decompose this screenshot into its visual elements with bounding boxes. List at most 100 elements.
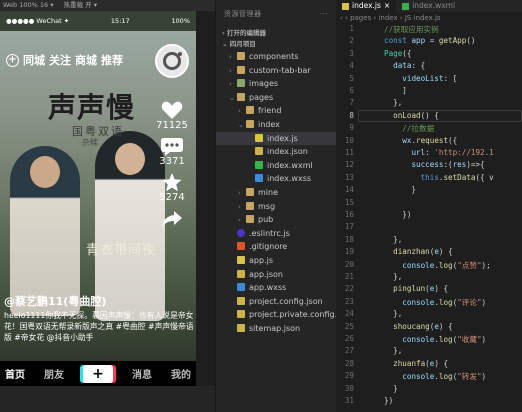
tree-item[interactable]: index.js xyxy=(216,131,336,146)
code-line[interactable]: wx.request({ xyxy=(384,136,457,145)
project-section[interactable]: ⌄ 四月项目 xyxy=(216,39,336,50)
folder-icon xyxy=(246,215,254,224)
device-zoom-select[interactable]: Web 100% 16 ▾ xyxy=(3,1,54,9)
git-file-icon xyxy=(237,242,245,251)
tab-index-js[interactable]: index.js × xyxy=(336,0,397,12)
share-icon xyxy=(162,211,182,227)
line-number: 15 xyxy=(344,197,354,207)
publish-button[interactable]: + xyxy=(83,364,113,383)
tree-item[interactable]: sitemap.json xyxy=(216,322,336,336)
bottom-tab-bar: 首页 朋友 + 消息 我的 xyxy=(0,361,196,386)
code-line[interactable]: }, xyxy=(384,309,402,318)
tree-item[interactable]: › custom-tab-bar xyxy=(216,64,336,78)
tree-item[interactable]: app.wxss xyxy=(216,281,336,295)
tree-item[interactable]: › msg xyxy=(216,200,336,214)
carrier-signal: ●●●●● WeChat ✦ xyxy=(6,17,70,25)
code-line[interactable]: const app = getApp() xyxy=(384,36,475,45)
poster-subtitle-2: 杂糅 xyxy=(82,138,98,147)
nav-tab-following[interactable]: 关注 xyxy=(49,52,71,68)
tree-item[interactable]: .gitignore xyxy=(216,240,336,254)
favorite-action[interactable]: 5274 xyxy=(159,173,185,203)
code-line[interactable]: pinglun(e) { xyxy=(384,284,448,293)
folder-icon xyxy=(246,106,254,115)
code-line[interactable]: } xyxy=(384,185,416,194)
tree-item[interactable]: ⌄ index xyxy=(216,118,336,132)
tree-item[interactable]: › friend xyxy=(216,104,336,118)
tree-item[interactable]: › pub xyxy=(216,213,336,227)
code-line[interactable]: videoList: [ xyxy=(384,74,457,83)
chevron-right-icon: › xyxy=(238,202,241,211)
nav-tab-recommend[interactable]: 推荐 xyxy=(101,52,123,68)
tree-item[interactable]: index.json xyxy=(216,145,336,159)
tree-item-label: sitemap.json xyxy=(249,323,301,333)
chevron-right-icon: › xyxy=(238,188,241,197)
code-line[interactable]: success:(res)=>{ xyxy=(384,160,484,169)
code-line[interactable]: }, xyxy=(384,235,402,244)
code-line[interactable]: }, xyxy=(384,98,402,107)
code-line[interactable]: onLoad() { xyxy=(384,111,439,120)
line-number: 24 xyxy=(344,309,354,319)
code-editor: index.js × index.wxml ‹ › pages › index ›… xyxy=(336,0,522,412)
tree-item-label: pages xyxy=(249,92,274,102)
comment-action[interactable]: 3371 xyxy=(159,137,185,167)
tree-item[interactable]: project.private.config.js... xyxy=(216,308,336,322)
tab-index-wxml[interactable]: index.wxml xyxy=(396,0,461,12)
tab-friends[interactable]: 朋友 xyxy=(44,366,64,381)
open-editors-section[interactable]: › 打开的编辑器 xyxy=(216,28,336,39)
nav-tab-mall[interactable]: 商城 xyxy=(75,52,97,68)
tree-item-label: .eslintrc.js xyxy=(249,228,290,238)
tree-item[interactable]: .eslintrc.js xyxy=(216,227,336,241)
file-tree: › components › custom-tab-bar › images ⌄ pages ›… xyxy=(216,50,336,335)
code-line[interactable]: url: 'http://192.1 xyxy=(384,148,493,157)
code-line[interactable]: console.log("点赞"); xyxy=(384,260,490,271)
code-line[interactable]: zhuanfa(e) { xyxy=(384,359,448,368)
status-bar: ●●●●● WeChat ✦ 15:17 100% xyxy=(0,11,196,31)
tree-item[interactable]: › images xyxy=(216,77,336,91)
code-line[interactable]: dianzhan(e) { xyxy=(384,247,452,256)
tree-item-label: index.wxss xyxy=(267,174,312,184)
code-line[interactable]: shoucang(e) { xyxy=(384,322,452,331)
line-number: 14 xyxy=(344,185,354,195)
code-line[interactable]: //获取应用实例 xyxy=(384,24,439,35)
tree-item[interactable]: ⌄ pages xyxy=(216,91,336,105)
code-line[interactable]: }, xyxy=(384,272,402,281)
tree-item[interactable]: app.json xyxy=(216,268,336,282)
tree-item[interactable]: project.config.json xyxy=(216,295,336,309)
nav-tab-local[interactable]: 同城 xyxy=(23,52,45,68)
code-line[interactable]: } xyxy=(384,384,398,393)
more-icon[interactable]: ··· xyxy=(320,10,328,18)
close-icon[interactable]: × xyxy=(384,0,390,12)
code-line[interactable]: }) xyxy=(384,396,393,405)
tree-item[interactable]: › components xyxy=(216,50,336,64)
code-line[interactable]: //拉数据 xyxy=(384,123,434,134)
line-number: 19 xyxy=(344,247,354,257)
code-line[interactable]: ] xyxy=(384,86,407,95)
line-number: 28 xyxy=(344,358,354,368)
like-action[interactable]: 71125 xyxy=(156,100,188,131)
line-number: 21 xyxy=(344,272,354,281)
tab-messages[interactable]: 消息 xyxy=(132,366,152,381)
tab-mine[interactable]: 我的 xyxy=(171,366,191,381)
code-line[interactable]: this.setData({ v xyxy=(384,173,494,182)
tree-item-label: project.private.config.js... xyxy=(249,310,336,320)
tree-item[interactable]: index.wxml xyxy=(216,159,336,173)
code-line[interactable]: console.log("评论") xyxy=(384,297,486,308)
tree-item[interactable]: › mine xyxy=(216,186,336,200)
hot-reload-toggle[interactable]: 热重载 开 ▾ xyxy=(64,1,97,9)
add-circle-icon[interactable]: + xyxy=(6,53,19,67)
poster-signature: 青衣带间夜 xyxy=(86,243,157,258)
tree-item[interactable]: app.js xyxy=(216,254,336,268)
code-line[interactable]: }, xyxy=(384,346,402,355)
tree-item-label: project.config.json xyxy=(249,296,323,306)
share-action[interactable] xyxy=(162,211,182,227)
code-line[interactable]: }) xyxy=(384,210,411,219)
code-line[interactable]: console.log("收藏") xyxy=(384,334,486,345)
action-column: 71125 3371 5274 xyxy=(150,44,194,227)
author-avatar[interactable] xyxy=(155,44,189,78)
code-line[interactable]: Page({ xyxy=(384,49,411,58)
author-name[interactable]: @蔡艺鹏11(粤曲腔) xyxy=(4,293,196,309)
code-line[interactable]: console.log("转发") xyxy=(384,371,486,382)
tree-item[interactable]: index.wxss xyxy=(216,172,336,186)
tab-home[interactable]: 首页 xyxy=(5,366,25,381)
code-line[interactable]: data: { xyxy=(384,61,425,70)
